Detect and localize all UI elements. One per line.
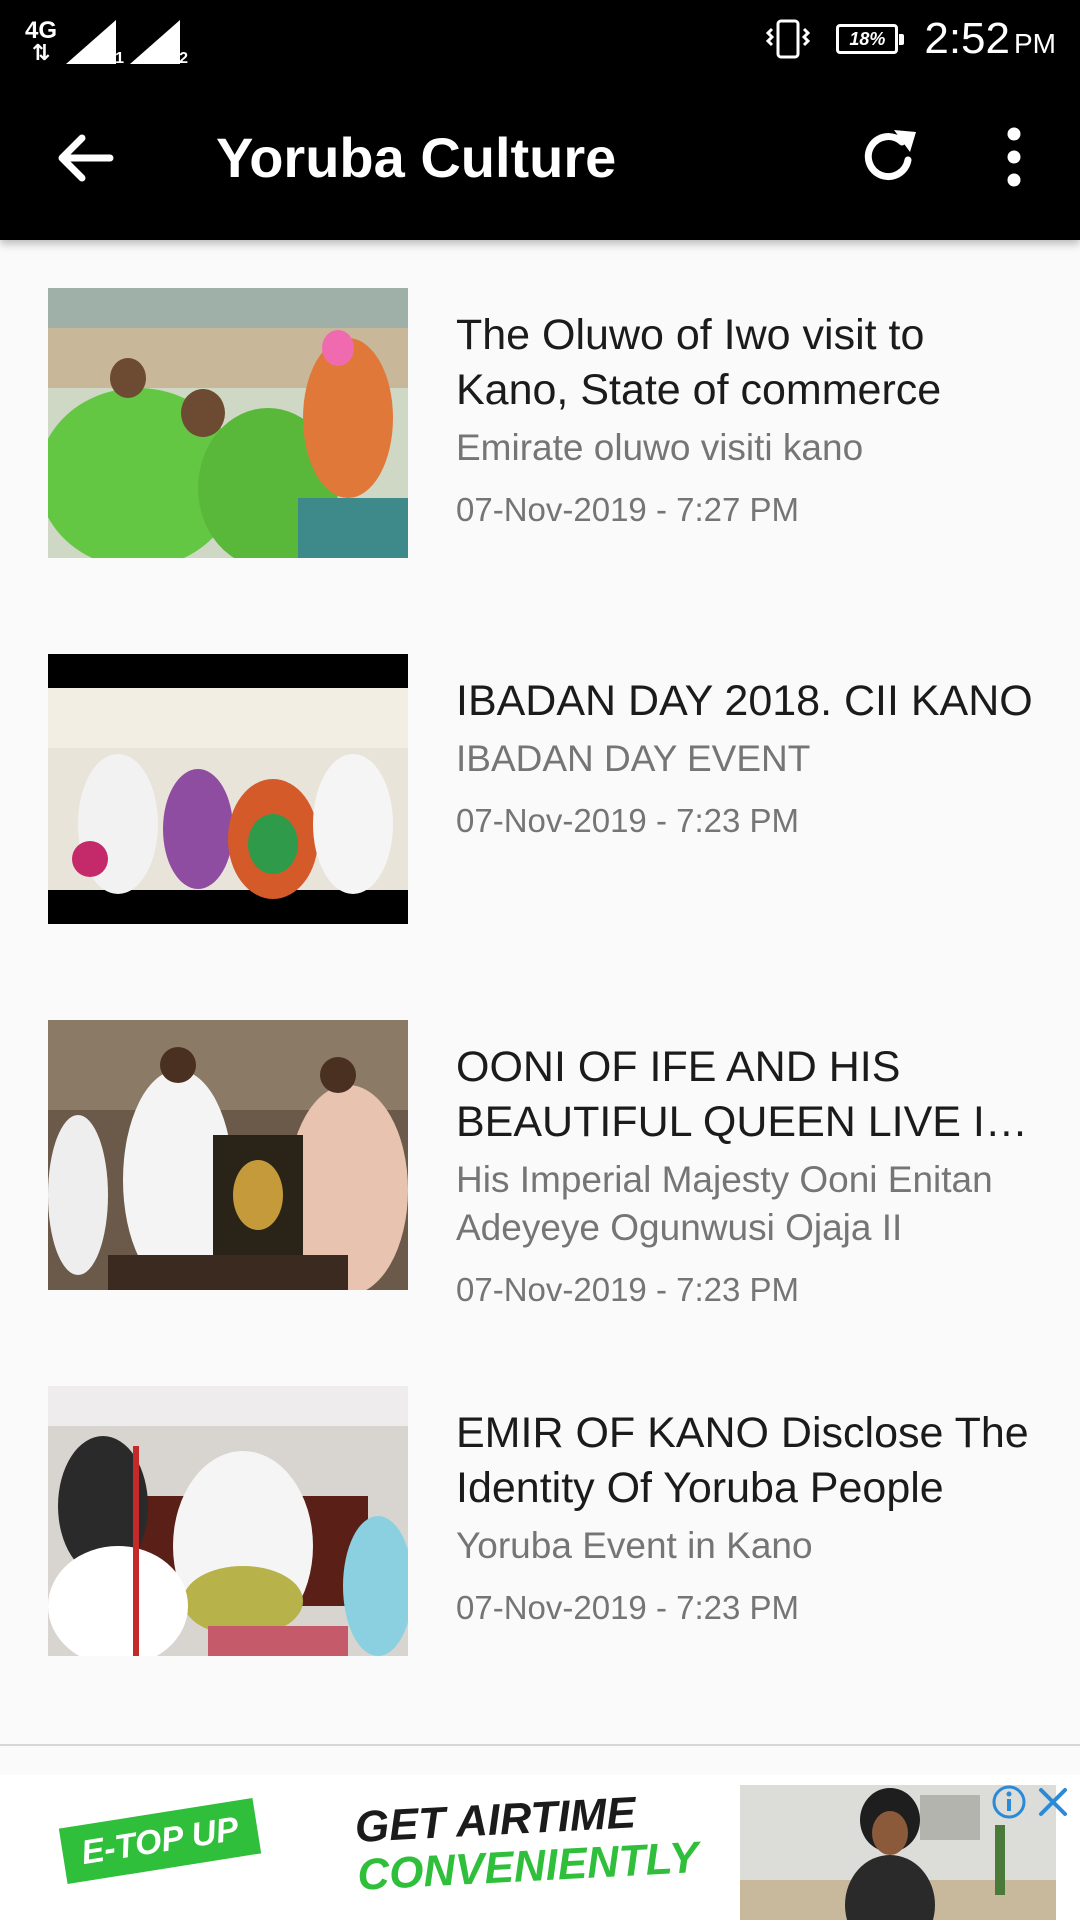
network-type-icon: 4G ⇅	[24, 17, 57, 65]
item-date: 07-Nov-2019 - 7:23 PM	[456, 802, 800, 839]
back-arrow-icon[interactable]	[52, 126, 116, 190]
thumbnail-image	[48, 1386, 408, 1656]
item-subtitle: Yoruba Event in Kano	[456, 1525, 813, 1566]
more-options-icon[interactable]	[994, 122, 1034, 192]
item-date: 07-Nov-2019 - 7:23 PM	[456, 1271, 800, 1308]
item-title: The Oluwo of Iwo visit to Kano, State of…	[456, 311, 942, 414]
clock: 2:52 PM	[924, 14, 1056, 63]
item-title: OONI OF IFE AND HIS BEAUTIFUL QUEEN LIVE…	[456, 1043, 1016, 1146]
list-item[interactable]: EMIR OF KANO Disclose The Identity Of Yo…	[0, 1338, 1080, 1704]
signal-sim1-icon: 1	[66, 20, 124, 67]
page-title: Yoruba Culture	[216, 126, 617, 189]
ad-close-icon[interactable]	[1036, 1785, 1070, 1819]
item-subtitle: IBADAN DAY EVENT	[456, 738, 811, 779]
item-subtitle: Emirate oluwo visiti kano	[456, 427, 864, 468]
battery-icon: 18%	[836, 24, 905, 54]
item-title: EMIR OF KANO Disclose The Identity Of Yo…	[456, 1409, 1029, 1512]
app-bar: Yoruba Culture	[0, 78, 1080, 240]
status-bar: 4G ⇅ 1 2 18% 2:52 PM	[0, 0, 1080, 78]
signal-sim2-icon: 2	[130, 20, 188, 67]
ad-headline: GET AIRTIME CONVENIENTLY	[354, 1786, 700, 1900]
vibrate-icon	[766, 19, 811, 59]
refresh-icon[interactable]	[858, 122, 922, 192]
ad-tag: E-TOP UP	[58, 1798, 262, 1884]
ad-banner[interactable]: E-TOP UP GET AIRTIME CONVENIENTLY	[0, 1775, 1080, 1920]
item-subtitle: His Imperial Majesty Ooni Enitan Adeyeye…	[456, 1159, 993, 1248]
list-item[interactable]: IBADAN DAY 2018. CII KANO IBADAN DAY EVE…	[0, 606, 1080, 972]
item-title: IBADAN DAY 2018. CII KANO	[456, 677, 1033, 725]
list-item[interactable]: OONI OF IFE AND HIS BEAUTIFUL QUEEN LIVE…	[0, 972, 1080, 1338]
item-date: 07-Nov-2019 - 7:23 PM	[456, 1589, 800, 1626]
thumbnail-image	[48, 1020, 408, 1290]
thumbnail-image	[48, 654, 408, 924]
item-date: 07-Nov-2019 - 7:27 PM	[456, 491, 800, 528]
thumbnail-image	[48, 288, 408, 558]
list-item[interactable]: The Oluwo of Iwo visit to Kano, State of…	[0, 240, 1080, 606]
divider	[0, 1744, 1080, 1746]
ad-info-icon[interactable]	[992, 1785, 1026, 1819]
